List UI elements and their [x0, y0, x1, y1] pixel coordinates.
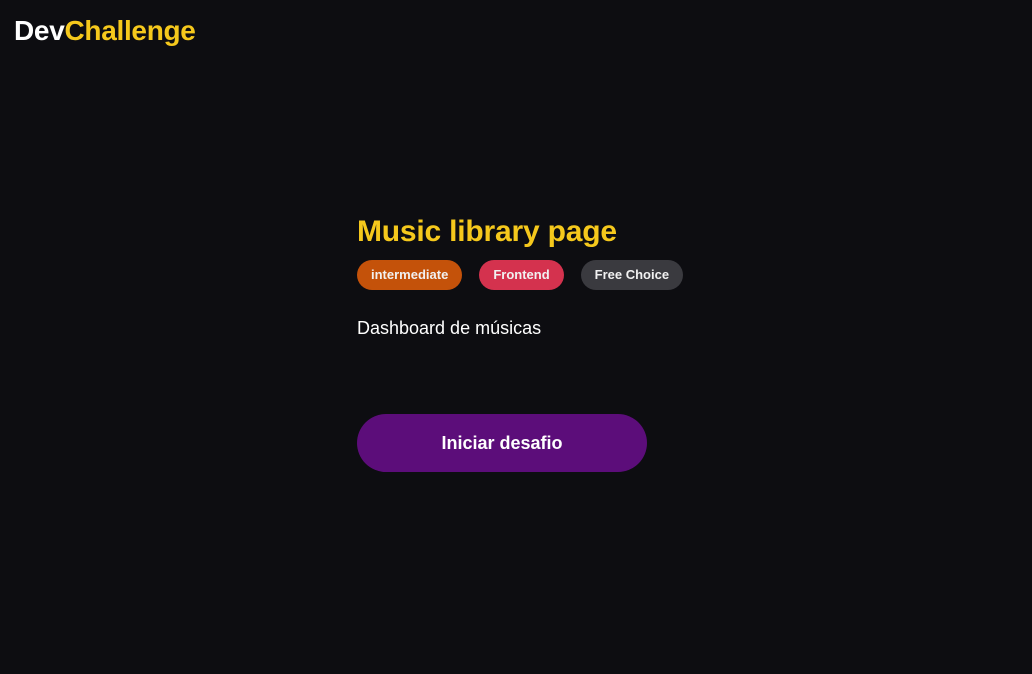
- tag-list: intermediate Frontend Free Choice: [357, 260, 777, 290]
- logo-dev-text: Dev: [14, 15, 65, 46]
- challenge-description: Dashboard de músicas: [357, 318, 542, 338]
- devchallenge-logo[interactable]: DevChallenge: [14, 13, 196, 49]
- tag-stack: Free Choice: [580, 260, 684, 290]
- page: DevChallenge Music library page intermed…: [0, 0, 1032, 674]
- logo-challenge-text: Challenge: [64, 15, 196, 46]
- tag-level: intermediate: [357, 260, 463, 290]
- tag-category: Frontend: [479, 260, 564, 290]
- challenge-card: Music library page intermediate Frontend…: [357, 212, 777, 472]
- start-challenge-button[interactable]: Iniciar desafio: [357, 414, 647, 472]
- challenge-title: Music library page: [357, 215, 617, 248]
